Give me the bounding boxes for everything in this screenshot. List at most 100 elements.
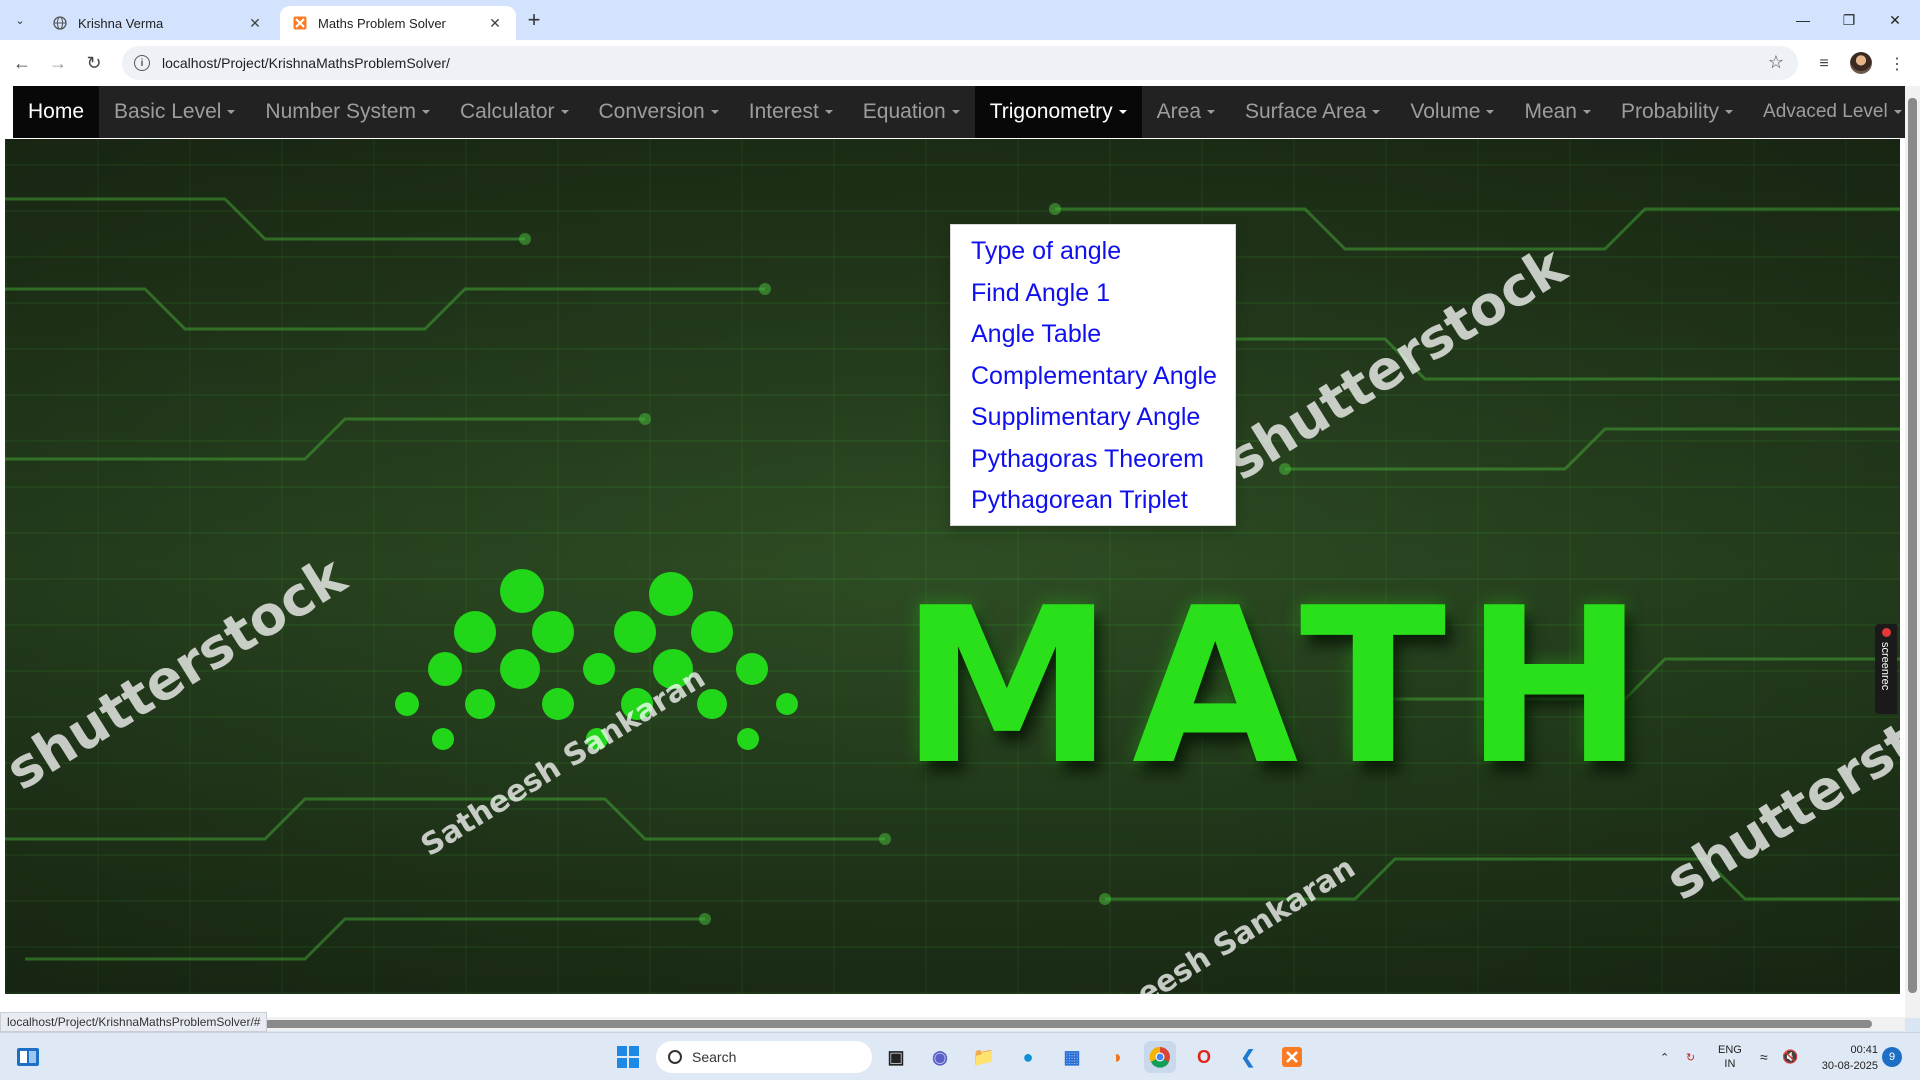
nav-trigonometry[interactable]: Trigonometry xyxy=(974,86,1142,138)
store-icon[interactable]: ▦ xyxy=(1056,1041,1088,1073)
caret-down-icon xyxy=(1893,110,1902,114)
more-vertical-icon[interactable]: ⋮ xyxy=(1885,52,1909,76)
nav-label: Advaced Level xyxy=(1763,101,1888,122)
site-info-icon[interactable]: i xyxy=(134,55,150,71)
forward-arrow-icon[interactable]: → xyxy=(44,49,72,77)
nav-interest[interactable]: Interest xyxy=(734,86,848,138)
nav-volume[interactable]: Volume xyxy=(1395,86,1509,138)
xampp-icon xyxy=(292,15,308,31)
menu-item-pythagorean-triplet[interactable]: Pythagorean Triplet xyxy=(951,480,1235,522)
browser-toolbar: ← → ↻ i localhost/Project/KrishnaMathsPr… xyxy=(0,40,1920,86)
xampp-icon[interactable] xyxy=(1276,1041,1308,1073)
close-window-icon[interactable]: ✕ xyxy=(1872,0,1918,40)
menu-item-complementary-angle[interactable]: Complementary Angle xyxy=(951,356,1235,398)
lang-code: ENG xyxy=(1718,1044,1742,1056)
media-queue-icon[interactable]: ≡ xyxy=(1812,52,1836,76)
nav-equation[interactable]: Equation xyxy=(848,86,975,138)
status-bar-url: localhost/Project/KrishnaMathsProblemSol… xyxy=(0,1012,268,1032)
tab-search-chevron-icon[interactable]: ⌄ xyxy=(8,8,32,32)
page-viewport: Home Basic Level Number System Calculato… xyxy=(0,86,1920,1018)
reload-icon[interactable]: ↻ xyxy=(80,49,108,77)
teams-icon[interactable]: ◉ xyxy=(924,1041,956,1073)
restore-icon[interactable]: ❐ xyxy=(1826,0,1872,40)
nav-label: Conversion xyxy=(598,100,705,123)
bookmark-star-icon[interactable]: ☆ xyxy=(1768,52,1784,73)
nav-mean[interactable]: Mean xyxy=(1509,86,1606,138)
tab-close-icon[interactable]: ✕ xyxy=(486,14,504,32)
wifi-icon[interactable]: ≈ xyxy=(1760,1033,1768,1080)
caret-down-icon xyxy=(824,110,833,114)
vscode-icon[interactable]: ❮ xyxy=(1232,1041,1264,1073)
new-tab-plus-icon[interactable]: + xyxy=(520,7,548,32)
nav-label: Trigonometry xyxy=(989,100,1113,123)
nav-basic-level[interactable]: Basic Level xyxy=(99,86,250,138)
caret-down-icon xyxy=(951,110,960,114)
caret-down-icon xyxy=(421,110,430,114)
edge-icon[interactable]: ● xyxy=(1012,1041,1044,1073)
minimize-icon[interactable]: — xyxy=(1780,0,1826,40)
file-explorer-icon[interactable]: 📁 xyxy=(968,1041,1000,1073)
taskbar-search-input[interactable]: Search xyxy=(656,1041,872,1073)
nav-area[interactable]: Area xyxy=(1142,86,1230,138)
taskbar-clock[interactable]: 00:41 30-08-2025 xyxy=(1808,1042,1878,1074)
caret-down-icon xyxy=(1486,110,1495,114)
clock-date: 30-08-2025 xyxy=(1821,1060,1878,1072)
horizontal-scrollbar[interactable] xyxy=(0,1017,1905,1031)
math-title: MATH xyxy=(900,561,1663,812)
language-indicator[interactable]: ENG IN xyxy=(1718,1033,1742,1080)
opera-icon[interactable]: O xyxy=(1188,1041,1220,1073)
profile-avatar[interactable] xyxy=(1850,52,1872,74)
caret-down-icon xyxy=(710,110,719,114)
nav-probability[interactable]: Probability xyxy=(1606,86,1748,138)
vertical-scrollbar[interactable] xyxy=(1905,86,1920,1018)
windows-taskbar: Search ▣ ◉ 📁 ● ▦ ◑ O ❮ ⌃ ↻ ENG IN ≈ 🔇 00… xyxy=(0,1032,1920,1080)
nav-label: Surface Area xyxy=(1245,100,1367,123)
address-url: localhost/Project/KrishnaMathsProblemSol… xyxy=(162,55,450,71)
globe-icon xyxy=(52,15,68,31)
tab-title: Maths Problem Solver xyxy=(318,15,446,31)
firefox-icon[interactable]: ◑ xyxy=(1100,1041,1132,1073)
nav-label: Calculator xyxy=(459,100,555,123)
screenrec-label: screenrec xyxy=(1879,642,1891,691)
speaker-muted-icon[interactable]: 🔇 xyxy=(1782,1033,1798,1080)
windows-start-icon[interactable] xyxy=(612,1041,644,1073)
chevron-up-icon[interactable]: ⌃ xyxy=(1660,1033,1669,1080)
chrome-icon[interactable] xyxy=(1144,1041,1176,1073)
caret-down-icon xyxy=(1725,110,1734,114)
nav-label: Number System xyxy=(265,100,416,123)
browser-tab-bar: ⌄ Krishna Verma ✕ Maths Problem Solver ✕… xyxy=(0,0,1920,40)
notification-badge[interactable]: 9 xyxy=(1882,1047,1902,1067)
caret-down-icon xyxy=(227,110,236,114)
nav-advanced-level[interactable]: Advaced Level xyxy=(1748,86,1917,138)
menu-item-supplimentary-angle[interactable]: Supplimentary Angle xyxy=(951,397,1235,439)
scrollbar-thumb[interactable] xyxy=(262,1020,1872,1028)
scrollbar-thumb[interactable] xyxy=(1908,98,1917,993)
caret-down-icon xyxy=(1372,110,1381,114)
menu-item-pythagoras-theorem[interactable]: Pythagoras Theorem xyxy=(951,439,1235,481)
screenrec-tab[interactable]: screenrec xyxy=(1875,624,1897,714)
nav-calculator[interactable]: Calculator xyxy=(445,86,584,138)
nav-label: Area xyxy=(1156,100,1201,123)
sync-icon[interactable]: ↻ xyxy=(1686,1033,1695,1080)
search-icon xyxy=(668,1050,682,1064)
clock-time: 00:41 xyxy=(1850,1044,1878,1056)
caret-down-icon xyxy=(1582,110,1591,114)
menu-item-angle-table[interactable]: Angle Table xyxy=(951,314,1235,356)
menu-item-type-of-angle[interactable]: Type of angle xyxy=(951,231,1235,273)
widgets-icon[interactable] xyxy=(12,1041,44,1073)
main-navbar: Home Basic Level Number System Calculato… xyxy=(13,86,1905,138)
nav-surface-area[interactable]: Surface Area xyxy=(1230,86,1395,138)
tab-maths-problem-solver[interactable]: Maths Problem Solver ✕ xyxy=(280,6,516,40)
nav-home[interactable]: Home xyxy=(13,86,100,138)
menu-item-find-angle-1[interactable]: Find Angle 1 xyxy=(951,273,1235,315)
caret-down-icon xyxy=(1118,110,1127,114)
nav-number-system[interactable]: Number System xyxy=(250,86,445,138)
nav-label: Equation xyxy=(862,100,946,123)
address-bar[interactable]: i localhost/Project/KrishnaMathsProblemS… xyxy=(122,46,1798,80)
back-arrow-icon[interactable]: ← xyxy=(8,49,36,77)
nav-conversion[interactable]: Conversion xyxy=(584,86,734,138)
tab-close-icon[interactable]: ✕ xyxy=(246,14,264,32)
task-view-icon[interactable]: ▣ xyxy=(880,1041,912,1073)
tab-krishna-verma[interactable]: Krishna Verma ✕ xyxy=(40,6,276,40)
nav-label: Probability xyxy=(1620,100,1720,123)
